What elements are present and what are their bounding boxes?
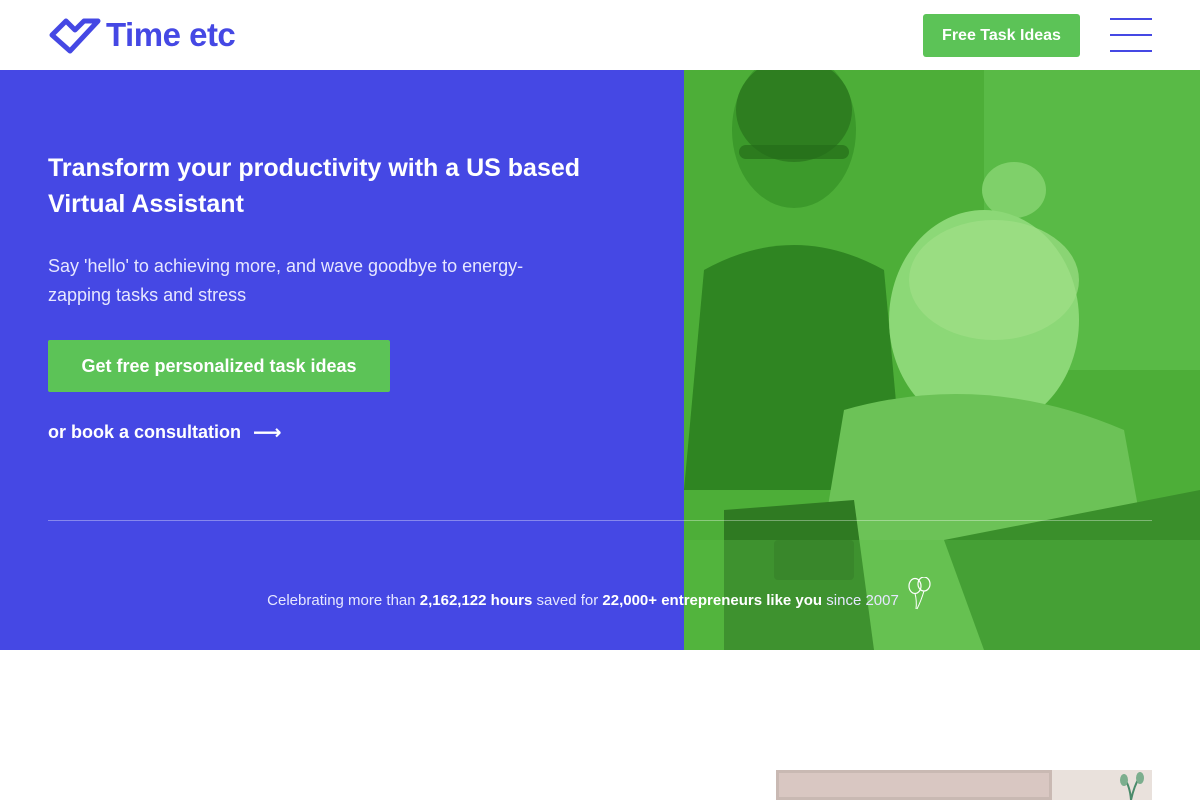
hero-title: Transform your productivity with a US ba… xyxy=(48,154,581,218)
hero-subtitle: Say 'hello' to achieving more, and wave … xyxy=(48,256,524,305)
checkmark-heart-icon xyxy=(49,18,101,54)
logo-text: Time etc xyxy=(106,16,236,53)
stats-middle: saved for xyxy=(536,592,599,609)
free-task-ideas-button[interactable]: Free Task Ideas xyxy=(923,14,1080,57)
hero-divider xyxy=(48,520,1152,521)
team-photo-illustration xyxy=(684,70,1200,650)
site-header: Time etc Free Task Ideas xyxy=(0,0,1200,70)
stats-prefix: Celebrating more than xyxy=(267,592,416,609)
stats-hours: 2,162,122 hours xyxy=(419,592,533,609)
stats-banner: Celebrating more than 2,162,122 hours sa… xyxy=(0,575,1200,610)
book-consultation-link[interactable]: or book a consultation ⟶ xyxy=(48,420,282,444)
stats-suffix: since 2007 xyxy=(826,592,899,609)
next-section-photo xyxy=(776,770,1152,800)
book-consultation-label: or book a consultation xyxy=(48,421,242,442)
hamburger-menu-icon[interactable] xyxy=(1110,18,1152,52)
logo[interactable]: Time etc xyxy=(48,13,236,57)
hero-photo xyxy=(684,70,1200,650)
hero-section: Transform your productivity with a US ba… xyxy=(0,70,1200,650)
stats-entrepreneurs: 22,000+ entrepreneurs like you xyxy=(602,592,823,609)
arrow-right-icon: ⟶ xyxy=(253,421,282,444)
picture-frame xyxy=(776,770,1052,800)
get-task-ideas-button[interactable]: Get free personalized task ideas xyxy=(48,340,390,392)
balloons-icon xyxy=(908,577,931,610)
plant-icon xyxy=(1120,772,1144,800)
